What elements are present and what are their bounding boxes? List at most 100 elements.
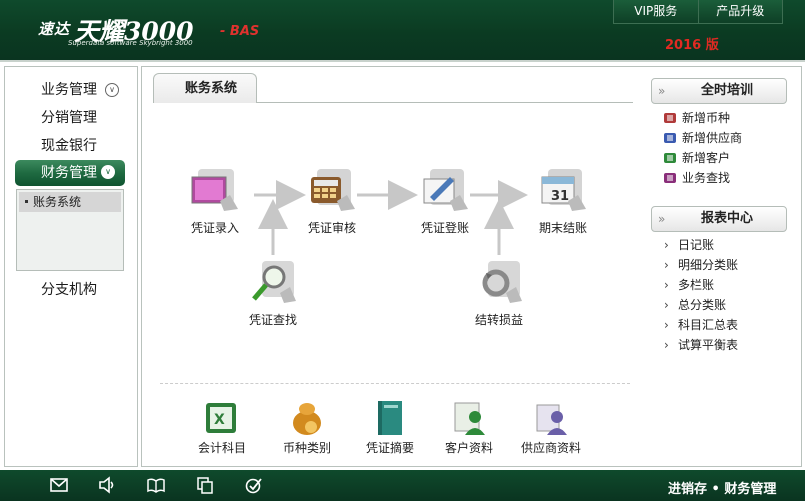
voucher-entry-label: 凭证录入 <box>190 221 239 235</box>
chevron-right-icon: › <box>664 238 669 252</box>
svg-text:X: X <box>214 412 225 428</box>
currency-types-button[interactable]: 币种类别 <box>262 399 352 469</box>
account-subjects-label: 会计科目 <box>197 441 246 455</box>
chevron-right-icon: › <box>664 338 669 352</box>
training-item-label: 新增客户 <box>682 151 731 165</box>
period-closing-button[interactable]: 31 期末结账 <box>513 167 603 241</box>
top-links: VIP服务 产品升级 <box>613 0 783 24</box>
submenu-item-accounting[interactable]: 账务系统 <box>19 192 121 212</box>
training-item-label: 业务查找 <box>682 171 731 185</box>
spreadsheet-icon: X <box>206 403 236 433</box>
svg-text:31: 31 <box>551 189 569 204</box>
report-label: 试算平衡表 <box>678 338 739 352</box>
header: 速达 天耀3000 - BAS Superdata software Skybr… <box>0 0 805 62</box>
sidebar: 业务管理 ∨ 分销管理 现金银行 财务管理 ∨ 账务系统 分支机构 <box>4 66 138 467</box>
supplier-data-button[interactable]: 供应商资料 <box>506 399 596 469</box>
version-label: 2016 版 <box>665 38 719 53</box>
notebook-icon <box>378 401 402 435</box>
customer-data-button[interactable]: 客户资料 <box>424 399 514 469</box>
book-icon <box>664 153 676 163</box>
customer-data-label: 客户资料 <box>444 441 493 455</box>
report-label: 多栏账 <box>678 278 715 292</box>
profit-loss-transfer-label: 结转损益 <box>474 313 523 327</box>
calendar-icon: 31 <box>541 169 586 211</box>
report-trial-balance[interactable]: › 试算平衡表 <box>662 335 738 355</box>
training-title-text: 全时培训 <box>700 83 753 98</box>
sidebar-item-label: 业务管理 <box>41 82 97 98</box>
magnifier-icon <box>252 261 296 303</box>
book-icon <box>664 113 676 123</box>
voucher-entry-button[interactable]: 凭证录入 <box>165 167 255 241</box>
chevron-right-icon: › <box>664 278 669 292</box>
sidebar-item-cash-bank[interactable]: 现金银行 <box>5 134 137 158</box>
report-multi-column[interactable]: › 多栏账 <box>662 275 714 295</box>
voucher-audit-icon <box>311 169 355 211</box>
footer-title: 进销存 • 财务管理 <box>668 482 777 497</box>
book-icon <box>664 173 676 183</box>
sidebar-item-finance[interactable]: 财务管理 ∨ <box>15 160 125 186</box>
voucher-posting-label: 凭证登账 <box>420 221 469 235</box>
report-label: 总分类账 <box>678 298 727 312</box>
coin-bag-icon <box>293 403 321 435</box>
report-label: 日记账 <box>678 238 715 252</box>
voucher-posting-button[interactable]: 凭证登账 <box>395 167 485 241</box>
sidebar-item-distribution[interactable]: 分销管理 <box>5 106 137 130</box>
voucher-posting-icon <box>423 169 468 211</box>
voucher-search-button[interactable]: 凭证查找 <box>223 259 313 333</box>
reports-title-text: 报表中心 <box>700 211 753 226</box>
supplier-icon <box>536 404 567 435</box>
logo-sub: Superdata software Skybright 3000 <box>68 39 193 47</box>
book-icon[interactable] <box>146 476 166 494</box>
training-item-label: 新增供应商 <box>682 131 743 145</box>
book-icon <box>664 133 676 143</box>
voucher-summary-label: 凭证摘要 <box>365 441 414 455</box>
divider <box>160 383 630 384</box>
report-general-ledger[interactable]: › 总分类账 <box>662 295 726 315</box>
copy-icon[interactable] <box>195 476 215 494</box>
currency-types-label: 币种类别 <box>282 441 331 455</box>
double-chevron-icon: » <box>658 212 666 226</box>
vip-service-link[interactable]: VIP服务 <box>614 0 698 23</box>
logo-cn: 速达 <box>38 20 71 38</box>
training-item-new-customer[interactable]: 新增客户 <box>662 148 730 168</box>
report-journal[interactable]: › 日记账 <box>662 235 714 255</box>
check-icon[interactable] <box>244 476 264 494</box>
mail-icon[interactable] <box>49 476 69 494</box>
main-panel: 账务系统 凭证录入 凭证审核 凭证登账 31 期末结账 凭证查找 结转损益 X … <box>141 66 802 467</box>
profit-loss-transfer-button[interactable]: 结转损益 <box>449 259 539 333</box>
sidebar-item-branch[interactable]: 分支机构 <box>5 278 137 302</box>
double-chevron-icon: » <box>658 84 666 98</box>
expand-icon[interactable]: ∨ <box>105 83 119 97</box>
footer: 进销存 • 财务管理 <box>0 470 805 501</box>
training-item-business-search[interactable]: 业务查找 <box>662 168 730 188</box>
period-closing-label: 期末结账 <box>538 221 587 235</box>
supplier-data-label: 供应商资料 <box>520 441 581 455</box>
chevron-right-icon: › <box>664 298 669 312</box>
bullet-icon <box>25 200 28 203</box>
submenu-item-label: 账务系统 <box>33 195 82 209</box>
voucher-search-label: 凭证查找 <box>248 313 297 327</box>
sidebar-item-business[interactable]: 业务管理 ∨ <box>5 78 137 102</box>
speaker-icon[interactable] <box>97 476 117 494</box>
customer-icon <box>454 402 485 435</box>
chevron-right-icon: › <box>664 318 669 332</box>
chevron-right-icon: › <box>664 258 669 272</box>
training-item-label: 新增币种 <box>682 111 731 125</box>
product-upgrade-link[interactable]: 产品升级 <box>697 0 782 23</box>
voucher-audit-label: 凭证审核 <box>307 221 356 235</box>
collapse-icon[interactable]: ∨ <box>101 165 115 179</box>
account-subjects-button[interactable]: X 会计科目 <box>177 399 267 469</box>
voucher-summary-button[interactable]: 凭证摘要 <box>345 399 435 469</box>
sidebar-item-label: 财务管理 <box>41 165 97 181</box>
voucher-audit-button[interactable]: 凭证审核 <box>282 167 372 241</box>
training-item-new-currency[interactable]: 新增币种 <box>662 108 730 128</box>
training-item-new-supplier[interactable]: 新增供应商 <box>662 128 742 148</box>
voucher-entry-icon <box>191 169 238 211</box>
report-label: 明细分类账 <box>678 258 739 272</box>
transfer-ring-icon <box>482 261 522 303</box>
report-subject-summary[interactable]: › 科目汇总表 <box>662 315 738 335</box>
finance-submenu: 账务系统 <box>16 189 124 271</box>
report-detail-ledger[interactable]: › 明细分类账 <box>662 255 738 275</box>
reports-panel-title: » 报表中心 <box>651 206 787 232</box>
report-label: 科目汇总表 <box>678 318 739 332</box>
